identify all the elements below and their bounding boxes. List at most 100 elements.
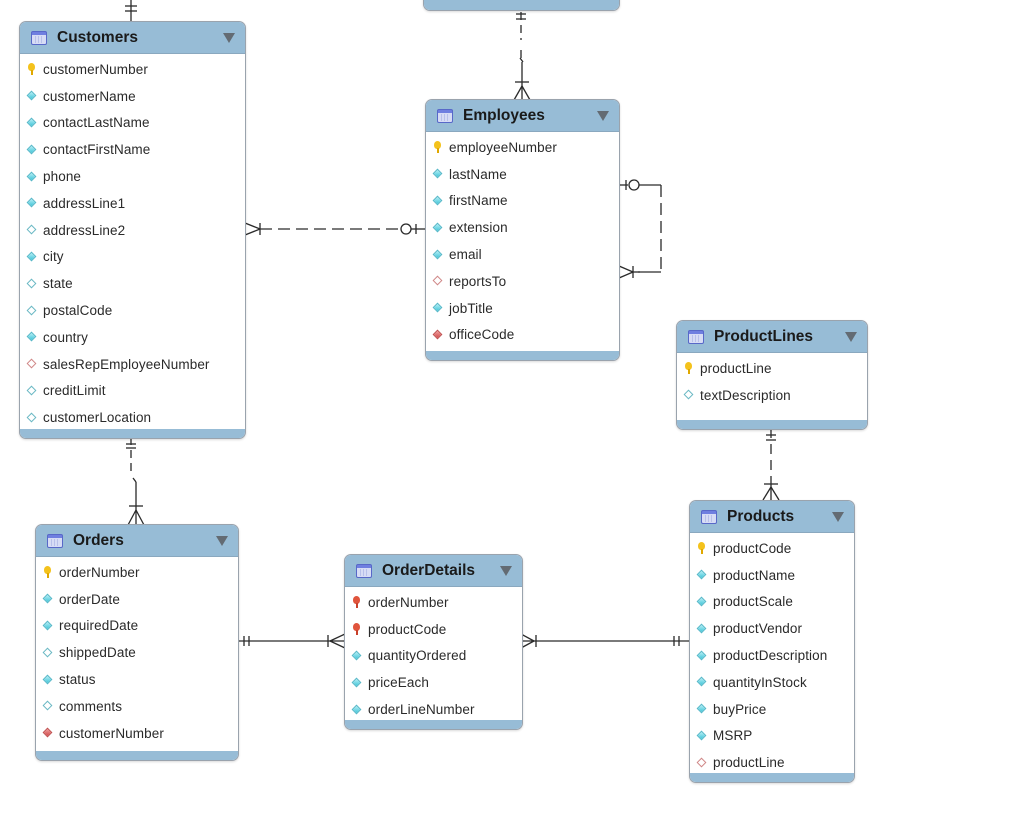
column-name: requiredDate xyxy=(59,618,139,634)
foreign-key-empty-diamond-icon xyxy=(25,357,39,371)
relationship-customers-orders[interactable] xyxy=(126,437,145,526)
filled-diamond-icon xyxy=(25,250,39,264)
column-row[interactable]: jobTitle xyxy=(426,295,619,322)
foreign-key-filled-diamond-icon xyxy=(41,726,55,740)
entity-orders[interactable]: Orders orderNumber orderDate requiredDate sh… xyxy=(35,524,239,761)
column-name: customerLocation xyxy=(43,410,152,426)
entity-header[interactable]: Employees xyxy=(426,100,619,132)
column-name: textDescription xyxy=(700,387,791,403)
filled-diamond-icon xyxy=(431,194,445,208)
column-row[interactable]: textDescription xyxy=(677,382,867,409)
entity-products[interactable]: Products productCode productName productSca… xyxy=(689,500,855,783)
column-row[interactable]: extension xyxy=(426,214,619,241)
column-row[interactable]: productScale xyxy=(690,589,854,616)
column-row[interactable]: addressLine2 xyxy=(20,217,245,244)
column-row[interactable]: orderNumber xyxy=(36,559,238,586)
column-row[interactable]: officeCode xyxy=(426,322,619,349)
column-row[interactable]: productCode xyxy=(690,535,854,562)
column-name: productScale xyxy=(713,594,793,610)
entity-header[interactable]: Products xyxy=(690,501,854,533)
column-row[interactable]: city xyxy=(20,244,245,271)
entity-header[interactable]: Orders xyxy=(36,525,238,557)
relationship-employees-customers[interactable] xyxy=(244,222,425,236)
column-row[interactable]: phone xyxy=(20,163,245,190)
column-row[interactable]: buyPrice xyxy=(690,696,854,723)
column-row[interactable]: MSRP xyxy=(690,723,854,750)
entity-employees[interactable]: Employees employeeNumber lastName firstName… xyxy=(425,99,620,361)
column-row[interactable]: customerNumber xyxy=(20,56,245,83)
column-row[interactable]: contactFirstName xyxy=(20,136,245,163)
column-row[interactable]: quantityOrdered xyxy=(345,643,522,670)
filled-diamond-icon xyxy=(25,330,39,344)
filled-diamond-icon xyxy=(695,649,709,663)
collapse-arrow-icon[interactable] xyxy=(597,110,609,121)
filled-diamond-icon xyxy=(41,673,55,687)
relationship-products-orderdetails[interactable] xyxy=(520,633,690,649)
empty-diamond-icon xyxy=(25,384,39,398)
column-row[interactable]: email xyxy=(426,241,619,268)
column-name: contactLastName xyxy=(43,115,150,131)
filled-diamond-icon xyxy=(25,170,39,184)
relationship-orders-orderdetails[interactable] xyxy=(237,633,346,649)
column-row[interactable]: creditLimit xyxy=(20,378,245,405)
column-row[interactable]: quantityInStock xyxy=(690,669,854,696)
column-row[interactable]: reportsTo xyxy=(426,268,619,295)
collapse-arrow-icon[interactable] xyxy=(500,565,512,576)
column-row[interactable]: status xyxy=(36,666,238,693)
column-row[interactable]: productLine xyxy=(677,355,867,382)
column-row[interactable]: orderNumber xyxy=(345,589,522,616)
column-row[interactable]: orderLineNumber xyxy=(345,696,522,723)
column-row[interactable]: productDescription xyxy=(690,642,854,669)
column-row[interactable]: customerName xyxy=(20,83,245,110)
relationship-offices-customers-stub[interactable] xyxy=(125,0,137,22)
collapse-arrow-icon[interactable] xyxy=(223,32,235,43)
entity-orderdetails[interactable]: OrderDetails orderNumber productCode quanti… xyxy=(344,554,523,730)
column-name: creditLimit xyxy=(43,383,106,399)
column-row[interactable]: contactLastName xyxy=(20,110,245,137)
column-row[interactable]: productName xyxy=(690,562,854,589)
entity-offices[interactable] xyxy=(423,0,620,11)
relationship-offices-employees[interactable] xyxy=(513,12,531,101)
column-row[interactable]: employeeNumber xyxy=(426,134,619,161)
column-row[interactable]: lastName xyxy=(426,161,619,188)
column-row[interactable]: productVendor xyxy=(690,615,854,642)
column-row[interactable]: shippedDate xyxy=(36,639,238,666)
primary-key-icon xyxy=(695,541,709,555)
column-row[interactable]: productCode xyxy=(345,616,522,643)
column-row[interactable]: state xyxy=(20,270,245,297)
column-row[interactable]: orderDate xyxy=(36,586,238,613)
column-name: productDescription xyxy=(713,648,828,664)
foreign-key-empty-diamond-icon xyxy=(431,274,445,288)
column-name: quantityInStock xyxy=(713,674,807,690)
filled-diamond-icon xyxy=(431,167,445,181)
column-row[interactable]: country xyxy=(20,324,245,351)
column-row[interactable]: firstName xyxy=(426,188,619,215)
column-row[interactable]: addressLine1 xyxy=(20,190,245,217)
entity-title: Orders xyxy=(73,531,124,549)
filled-diamond-icon xyxy=(41,619,55,633)
filled-diamond-icon xyxy=(695,595,709,609)
collapse-arrow-icon[interactable] xyxy=(832,511,844,522)
entity-customers[interactable]: Customers customerNumber customerName conta… xyxy=(19,21,246,439)
column-name: extension xyxy=(449,220,508,236)
column-row[interactable]: customerNumber xyxy=(36,720,238,747)
entity-productlines[interactable]: ProductLines productLine textDescription xyxy=(676,320,868,430)
column-row[interactable]: requiredDate xyxy=(36,613,238,640)
relationship-employees-self[interactable] xyxy=(618,179,662,279)
collapse-arrow-icon[interactable] xyxy=(845,331,857,342)
column-row[interactable]: comments xyxy=(36,693,238,720)
entity-header[interactable]: OrderDetails xyxy=(345,555,522,587)
column-row[interactable]: priceEach xyxy=(345,669,522,696)
column-row[interactable]: salesRepEmployeeNumber xyxy=(20,351,245,378)
column-row[interactable]: postalCode xyxy=(20,297,245,324)
column-row[interactable]: customerLocation xyxy=(20,404,245,431)
filled-diamond-icon xyxy=(25,196,39,210)
entity-header[interactable]: ProductLines xyxy=(677,321,867,353)
entity-header[interactable]: Customers xyxy=(20,22,245,54)
column-name: email xyxy=(449,247,482,263)
relationship-productlines-products[interactable] xyxy=(762,428,780,501)
collapse-arrow-icon[interactable] xyxy=(216,535,228,546)
entity-title: OrderDetails xyxy=(382,561,476,579)
table-icon xyxy=(437,108,453,123)
filled-diamond-icon xyxy=(695,568,709,582)
